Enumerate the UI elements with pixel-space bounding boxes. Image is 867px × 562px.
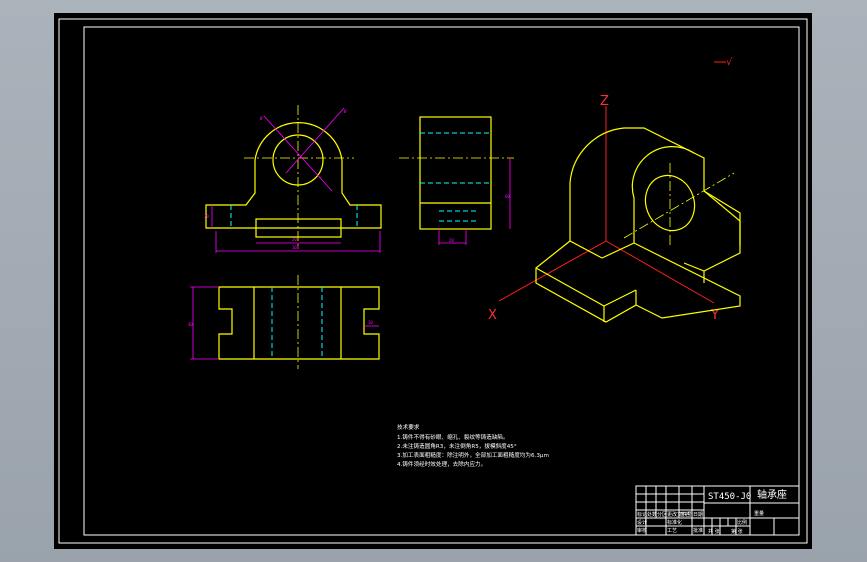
note-line-1: 1.铸件不得有砂眼、缩孔、裂纹等铸造缺陷。: [397, 433, 509, 441]
notes-title: 技术要求: [397, 423, 420, 431]
scale-label: 比例: [737, 519, 747, 526]
dim-height-left: 20: [204, 214, 209, 219]
axis-x-label: X: [488, 308, 497, 323]
page-label: 第 张: [731, 528, 743, 535]
weight-label: 重量: [754, 510, 764, 517]
note-line-3: 3.加工表面粗糙度：除注明外，全部加工面粗糙度均为6.3μm: [397, 451, 549, 459]
date-label: 日期: [693, 512, 703, 518]
signature-label: 签名: [680, 511, 690, 518]
cad-drawing: √ Ø Ø 20 20 100 60 20 40 10 Z X Y 技术要求 1…: [58, 18, 808, 544]
title-block: 标记 处数 分区 更改文件号 签名 日期 设计 审核 工艺 标准化 批准 ST4…: [635, 485, 800, 536]
isometric-view: Z X Y: [488, 94, 741, 323]
note-line-2: 2.未注铸造圆角R3，未注倒角R5，拔模斜度45°: [397, 442, 517, 450]
standard-label: 标准化: [667, 519, 682, 526]
dim-dia-right: Ø: [344, 109, 347, 114]
plan-view: 40 10: [188, 275, 380, 369]
review-label: 审核: [637, 527, 647, 534]
drawing-number: ST450-J0: [708, 492, 751, 502]
front-view: Ø Ø 20 20 100: [204, 105, 382, 253]
mark-label: 标记: [637, 511, 647, 518]
axis-z-label: Z: [600, 94, 609, 109]
dim-slot-width: 20: [292, 237, 297, 242]
design-label: 设计: [637, 519, 647, 526]
dim-plan-depth: 40: [188, 322, 193, 327]
drawing-sheet: √ Ø Ø 20 20 100 60 20 40 10 Z X Y 技术要求 1…: [54, 13, 812, 549]
approve-label: 批准: [693, 527, 703, 534]
dim-overall-width: 100: [292, 245, 300, 250]
dim-dia-left: Ø: [260, 116, 263, 121]
technical-notes: 技术要求 1.铸件不得有砂眼、缩孔、裂纹等铸造缺陷。 2.未注铸造圆角R3，未注…: [397, 423, 549, 468]
part-name: 轴承座: [757, 488, 787, 501]
dim-side-height: 60: [505, 194, 510, 199]
side-view: 60 20: [399, 116, 514, 245]
sheet-count-label: 共 张: [708, 528, 720, 535]
zone-label: 分区: [657, 511, 667, 518]
dim-side-base: 20: [449, 238, 454, 243]
roughness-mark: √: [726, 57, 733, 68]
count-label: 处数: [647, 511, 657, 518]
process-label: 工艺: [667, 528, 677, 534]
note-line-4: 4.铸件须经时效处理，去除内应力。: [397, 460, 486, 468]
dim-plan-notch: 10: [368, 320, 373, 325]
